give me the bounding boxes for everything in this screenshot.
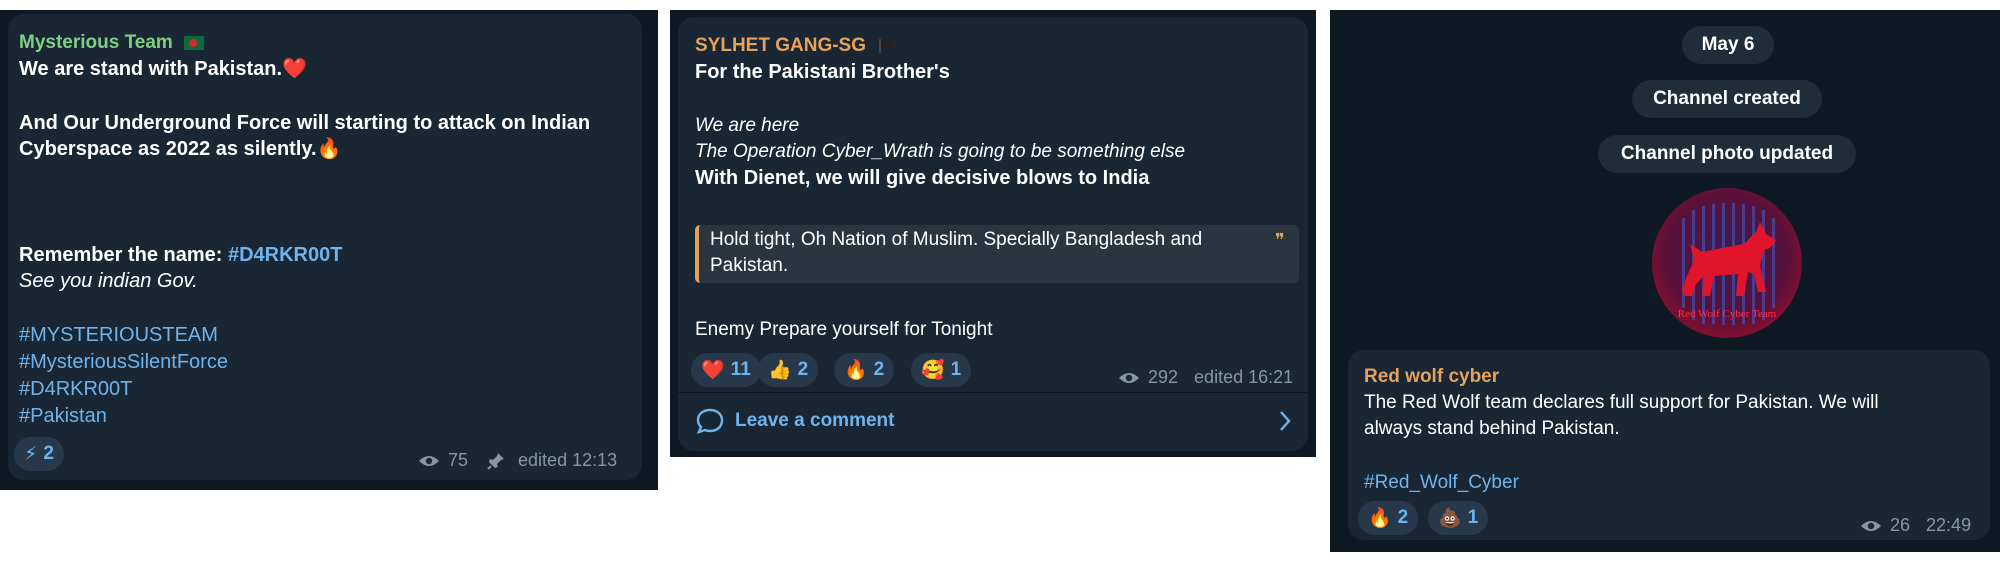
quote-line: Hold tight, Oh Nation of Muslim. Special… bbox=[710, 229, 1203, 250]
message-line: The Operation Cyber_Wrath is going to be… bbox=[695, 141, 1186, 162]
message-line: Enemy Prepare yourself for Tonight bbox=[695, 319, 993, 340]
view-count: 292 bbox=[1148, 367, 1179, 387]
eye-icon bbox=[419, 455, 439, 466]
chevron-right-icon bbox=[1280, 411, 1291, 431]
post-panel-sylhet-gang: SYLHET GANG-SG For the Pakistani Brother… bbox=[670, 10, 1316, 457]
hashtag-link[interactable]: #Red_Wolf_Cyber bbox=[1364, 470, 1519, 496]
reaction-smiling-hearts[interactable]: 🥰 1 bbox=[911, 353, 972, 387]
message-line: always stand behind Pakistan. bbox=[1364, 418, 1620, 439]
message-line: The Red Wolf team declares full support … bbox=[1364, 392, 1879, 413]
fire-emoji: 🔥 bbox=[316, 138, 342, 160]
message-bubble: SYLHET GANG-SG For the Pakistani Brother… bbox=[678, 17, 1308, 451]
reaction-poop[interactable]: 💩 1 bbox=[1428, 501, 1489, 535]
leave-comment-label[interactable]: Leave a comment bbox=[735, 408, 894, 434]
leave-comment-button[interactable]: Leave a comment bbox=[678, 393, 1308, 449]
hashtag-link[interactable]: #D4RKR00T bbox=[19, 376, 132, 402]
message-line: For the Pakistani Brother's bbox=[695, 61, 950, 83]
quote-mark-icon: ❞ bbox=[1275, 230, 1285, 250]
pin-icon bbox=[487, 452, 505, 470]
hashtag-link[interactable]: #MysteriousSilentForce bbox=[19, 349, 228, 375]
reaction-thumbs-up[interactable]: 👍 2 bbox=[758, 353, 819, 387]
quote-line: Pakistan. bbox=[710, 255, 789, 276]
eye-icon bbox=[1119, 372, 1139, 383]
poop-icon: 💩 bbox=[1438, 508, 1462, 529]
fire-icon: 🔥 bbox=[1368, 508, 1392, 529]
hashtag-link[interactable]: #MYSTERIOUSTEAM bbox=[19, 322, 218, 348]
message-meta: 292 edited 16:21 bbox=[1118, 367, 1293, 388]
message-line: We are here bbox=[695, 115, 800, 136]
message-time: 22:49 bbox=[1926, 515, 1972, 535]
fire-icon: 🔥 bbox=[844, 360, 868, 381]
hashtag-link[interactable]: #D4RKR00T bbox=[228, 244, 342, 266]
hashtag-link[interactable]: #Pakistan bbox=[19, 403, 107, 429]
smiling-hearts-icon: 🥰 bbox=[921, 360, 945, 381]
post-panel-mysterious-team: Mysterious Team We are stand with Pakist… bbox=[0, 10, 658, 490]
sender-label[interactable]: SYLHET GANG-SG bbox=[695, 35, 866, 56]
reaction-fire[interactable]: 🔥 2 bbox=[834, 353, 895, 387]
view-count: 75 bbox=[448, 450, 469, 470]
view-count: 26 bbox=[1890, 515, 1911, 535]
message-line: And Our Underground Force will starting … bbox=[19, 112, 591, 134]
service-message-photo-updated: Channel photo updated bbox=[1598, 135, 1856, 173]
message-line: Cyberspace as 2022 as silently.🔥 bbox=[19, 138, 342, 160]
blockquote: Hold tight, Oh Nation of Muslim. Special… bbox=[695, 225, 1299, 283]
edited-time: edited 12:13 bbox=[518, 450, 618, 470]
lightning-icon: ⚡ bbox=[24, 443, 38, 465]
message-line: With Dienet, we will give decisive blows… bbox=[695, 167, 1150, 189]
message-line: See you indian Gov. bbox=[19, 270, 198, 292]
reaction-heart[interactable]: ❤️ 11 bbox=[691, 353, 761, 387]
reaction-fire[interactable]: 🔥 2 bbox=[1358, 501, 1419, 535]
date-pill: May 6 bbox=[1682, 26, 1774, 64]
black-flag-icon bbox=[879, 38, 896, 53]
sender-name[interactable]: Mysterious Team bbox=[19, 30, 205, 56]
eye-icon bbox=[1861, 520, 1881, 531]
message-bubble: Red wolf cyber The Red Wolf team declare… bbox=[1348, 350, 1990, 540]
service-message-channel-created: Channel created bbox=[1632, 80, 1822, 118]
heart-emoji: ❤️ bbox=[282, 58, 307, 80]
post-panel-red-wolf: May 6 Channel created Channel photo upda… bbox=[1330, 10, 2000, 552]
channel-photo[interactable]: Red Wolf Cyber Team bbox=[1652, 188, 1802, 338]
heart-icon: ❤️ bbox=[701, 360, 725, 381]
message-meta: 26 22:49 bbox=[1860, 515, 1971, 536]
bangladesh-flag-icon bbox=[184, 35, 205, 50]
sender-name[interactable]: SYLHET GANG-SG bbox=[695, 33, 897, 59]
logo-text: Red Wolf Cyber Team bbox=[1677, 308, 1777, 320]
comment-icon bbox=[696, 408, 724, 434]
sender-name[interactable]: Red wolf cyber bbox=[1364, 364, 1499, 390]
message-line: Remember the name: #D4RKR00T bbox=[19, 244, 343, 266]
message-meta: 75 edited 12:13 bbox=[418, 450, 617, 471]
thumbs-up-icon: 👍 bbox=[768, 360, 792, 381]
reaction-lightning[interactable]: ⚡ 2 bbox=[14, 437, 64, 471]
edited-time: edited 16:21 bbox=[1194, 367, 1294, 387]
message-line: We are stand with Pakistan.❤️ bbox=[19, 58, 307, 80]
message-bubble: Mysterious Team We are stand with Pakist… bbox=[8, 14, 642, 480]
sender-label[interactable]: Mysterious Team bbox=[19, 32, 173, 53]
